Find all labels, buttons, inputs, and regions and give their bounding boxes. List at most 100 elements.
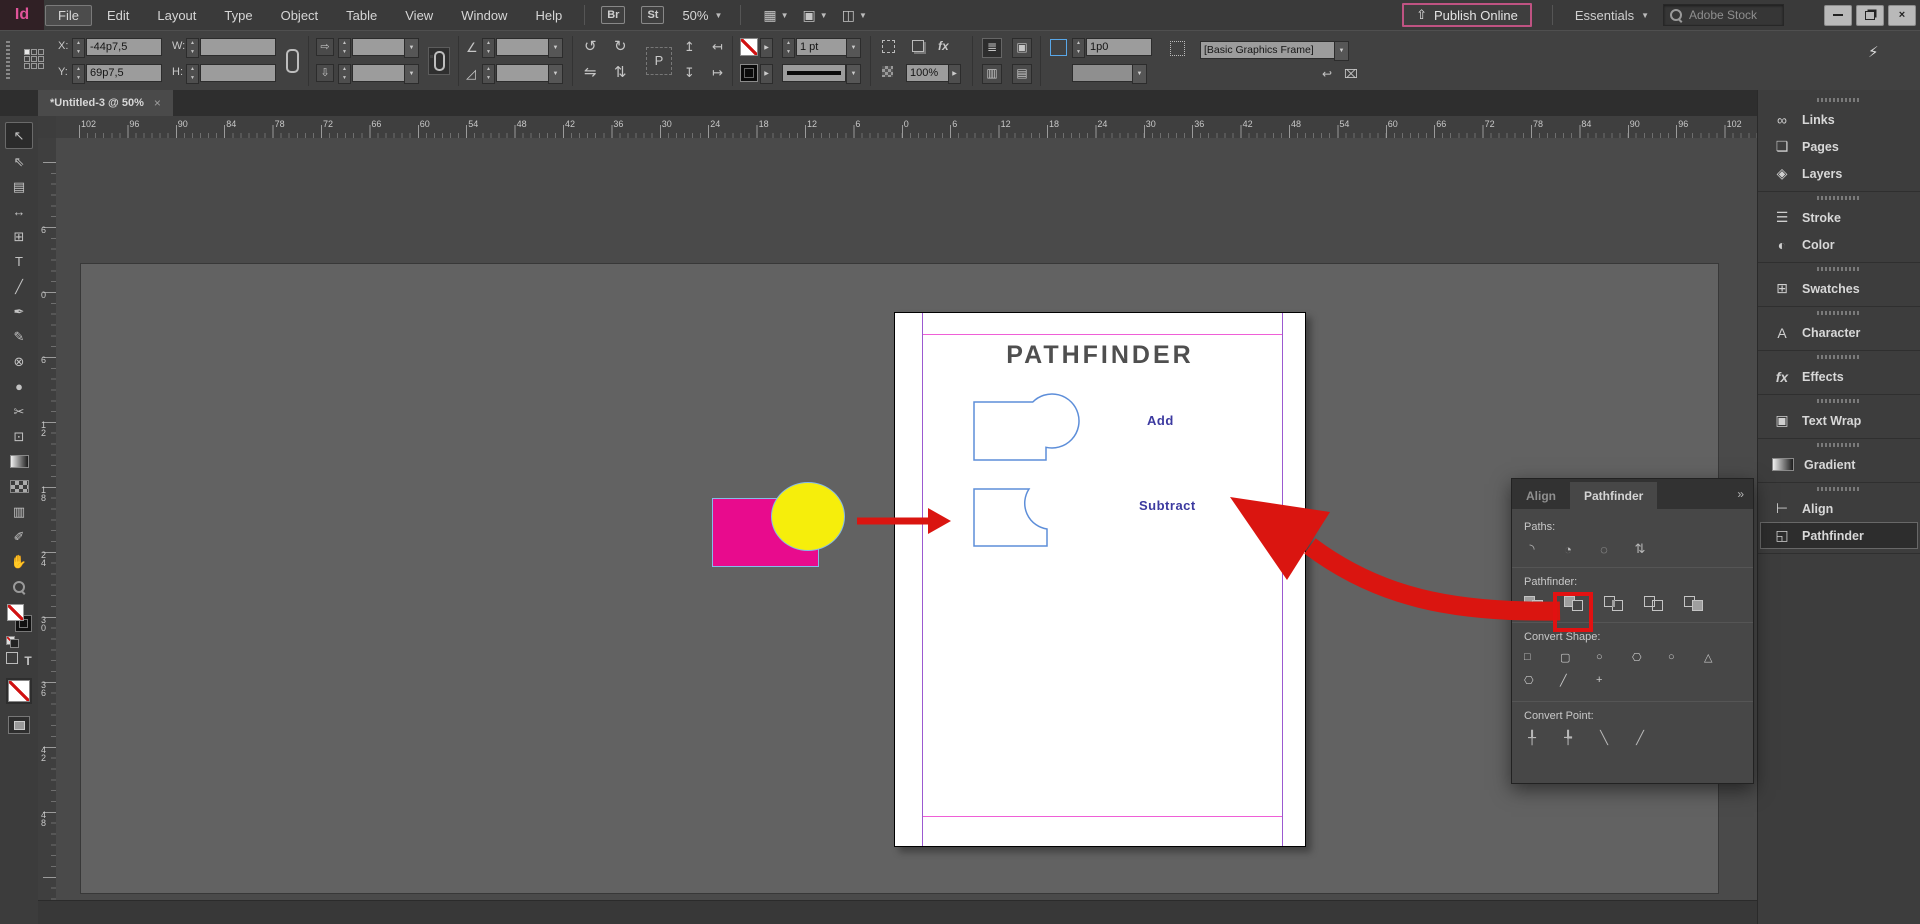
direct-selection-tool[interactable]: ⇖: [6, 149, 32, 174]
gradient-feather-tool[interactable]: [6, 474, 32, 499]
formatting-affects-text-icon[interactable]: [24, 652, 31, 670]
dock-item-color[interactable]: ◐Color: [1758, 231, 1920, 258]
frame-fitting-icon[interactable]: [1050, 39, 1067, 56]
free-transform-tool[interactable]: ⊡: [6, 424, 32, 449]
zoom-level-dropdown[interactable]: 50% ▼: [682, 8, 722, 23]
symmetrical-point-button[interactable]: ╱: [1632, 730, 1648, 746]
scale-y-field[interactable]: [352, 64, 410, 82]
wrap-jump-button[interactable]: ▤: [1012, 64, 1032, 84]
gradient-swatch-tool[interactable]: [6, 449, 32, 474]
add-label[interactable]: Add: [1147, 413, 1174, 428]
stroke-type-field[interactable]: [782, 64, 846, 82]
formatting-affects-container-icon[interactable]: [6, 652, 18, 664]
stroke-swatch[interactable]: [740, 64, 758, 82]
scissors-tool[interactable]: ✂: [6, 399, 32, 424]
flip-horizontal-button[interactable]: ⇋: [584, 65, 597, 81]
h-field[interactable]: [200, 64, 276, 82]
fill-stroke-swatches[interactable]: [5, 603, 33, 633]
panel-menu-icon[interactable]: »: [1727, 487, 1753, 509]
note-tool[interactable]: ▥: [6, 499, 32, 524]
menu-layout[interactable]: Layout: [144, 5, 209, 26]
smooth-point-button[interactable]: ╲: [1596, 730, 1612, 746]
object-style-field[interactable]: [Basic Graphics Frame]: [1200, 41, 1340, 59]
convert-triangle-button[interactable]: △: [1704, 651, 1740, 664]
scale-x-dropdown[interactable]: [404, 38, 419, 58]
dock-item-pathfinder[interactable]: ◱Pathfinder: [1760, 522, 1918, 549]
dock-item-stroke[interactable]: ☰Stroke: [1758, 204, 1920, 231]
line-tool[interactable]: ╱: [6, 274, 32, 299]
ellipse-frame-tool[interactable]: ⊗: [6, 349, 32, 374]
select-previous-button[interactable]: ↤: [712, 39, 723, 55]
screen-mode-button[interactable]: [8, 716, 30, 734]
apply-none-button[interactable]: [8, 680, 30, 702]
frame-fitting-field[interactable]: 1p0: [1086, 38, 1152, 56]
pathfinder-intersect-button[interactable]: [1604, 596, 1624, 612]
dock-item-gradient[interactable]: Gradient: [1758, 451, 1920, 478]
menu-type[interactable]: Type: [211, 5, 265, 26]
shear-field[interactable]: [496, 64, 554, 82]
close-path-icon[interactable]: ◌: [1596, 542, 1612, 557]
wrap-none-button[interactable]: ≣: [982, 38, 1002, 58]
corner-point-button[interactable]: ╄: [1560, 730, 1576, 746]
panel-grip[interactable]: [1817, 443, 1861, 447]
convert-rectangle-button[interactable]: □: [1524, 651, 1560, 664]
opacity-dropdown[interactable]: [948, 64, 961, 84]
view-options-dropdown[interactable]: ▦▼: [763, 7, 788, 24]
panel-grip[interactable]: [1817, 267, 1861, 271]
fitting-options-dropdown[interactable]: [1132, 64, 1147, 84]
pathfinder-result-shapes[interactable]: [895, 313, 1305, 846]
w-stepper[interactable]: [186, 38, 199, 58]
menu-object[interactable]: Object: [268, 5, 332, 26]
document-tab[interactable]: *Untitled-3 @ 50% ×: [38, 90, 173, 116]
x-field[interactable]: -44p7,5: [86, 38, 162, 56]
publish-online-button[interactable]: ⇧ Publish Online: [1402, 3, 1532, 27]
menu-file[interactable]: File: [45, 5, 92, 26]
stock-button[interactable]: St: [641, 6, 664, 24]
stroke-dropdown[interactable]: [760, 64, 773, 84]
dock-item-links[interactable]: ∞Links: [1758, 106, 1920, 133]
x-stepper[interactable]: [72, 38, 85, 58]
panel-grip[interactable]: [1817, 196, 1861, 200]
shear-dropdown[interactable]: [548, 64, 563, 84]
convert-plus-button[interactable]: +: [1596, 674, 1632, 687]
convert-rounded-rectangle-button[interactable]: ▢: [1560, 651, 1596, 664]
shear-stepper[interactable]: [482, 64, 495, 84]
reverse-path-icon[interactable]: ⇅: [1632, 541, 1648, 557]
panel-grip[interactable]: [1817, 98, 1861, 102]
scale-y-stepper[interactable]: [338, 64, 351, 84]
ruler-corner[interactable]: [38, 116, 57, 139]
panel-grip[interactable]: [1817, 311, 1861, 315]
dock-item-layers[interactable]: ◈Layers: [1758, 160, 1920, 187]
content-collector-tool[interactable]: ⊞: [6, 224, 32, 249]
restore-button[interactable]: [1856, 5, 1884, 26]
fill-swatch[interactable]: [740, 38, 758, 56]
menu-edit[interactable]: Edit: [94, 5, 142, 26]
opacity-field[interactable]: 100%: [906, 64, 954, 82]
search-input[interactable]: [1687, 7, 1777, 23]
y-field[interactable]: 69p7,5: [86, 64, 162, 82]
wrap-object-button[interactable]: ▥: [982, 64, 1002, 84]
select-next-button[interactable]: ↦: [712, 65, 723, 81]
subtract-label[interactable]: Subtract: [1139, 498, 1196, 513]
page-tool[interactable]: ▤: [6, 174, 32, 199]
fill-dropdown[interactable]: [760, 38, 773, 58]
break-link-style-button[interactable]: ⌧: [1344, 66, 1358, 82]
w-field[interactable]: [200, 38, 276, 56]
vertical-ruler[interactable]: 6061 21 82 43 03 64 24 8: [38, 138, 57, 900]
ellipse-tool[interactable]: ●: [6, 374, 32, 399]
menu-help[interactable]: Help: [522, 5, 575, 26]
dock-item-swatches[interactable]: ⊞Swatches: [1758, 275, 1920, 302]
rotate-ccw-button[interactable]: ↺: [584, 39, 597, 55]
h-stepper[interactable]: [186, 64, 199, 84]
constrain-scale-button[interactable]: [428, 47, 450, 75]
fill-none-swatch[interactable]: [7, 604, 24, 621]
constrain-dimensions-icon[interactable]: [286, 49, 299, 73]
dock-item-character[interactable]: ACharacter: [1758, 319, 1920, 346]
eyedropper-tool[interactable]: ✐: [6, 524, 32, 549]
rotation-dropdown[interactable]: [548, 38, 563, 58]
menu-window[interactable]: Window: [448, 5, 520, 26]
drop-shadow-icon[interactable]: [912, 40, 924, 52]
convert-line-button[interactable]: ╱: [1560, 674, 1596, 687]
workspace-switcher[interactable]: Essentials ▼: [1575, 8, 1649, 23]
minimize-button[interactable]: [1824, 5, 1852, 26]
